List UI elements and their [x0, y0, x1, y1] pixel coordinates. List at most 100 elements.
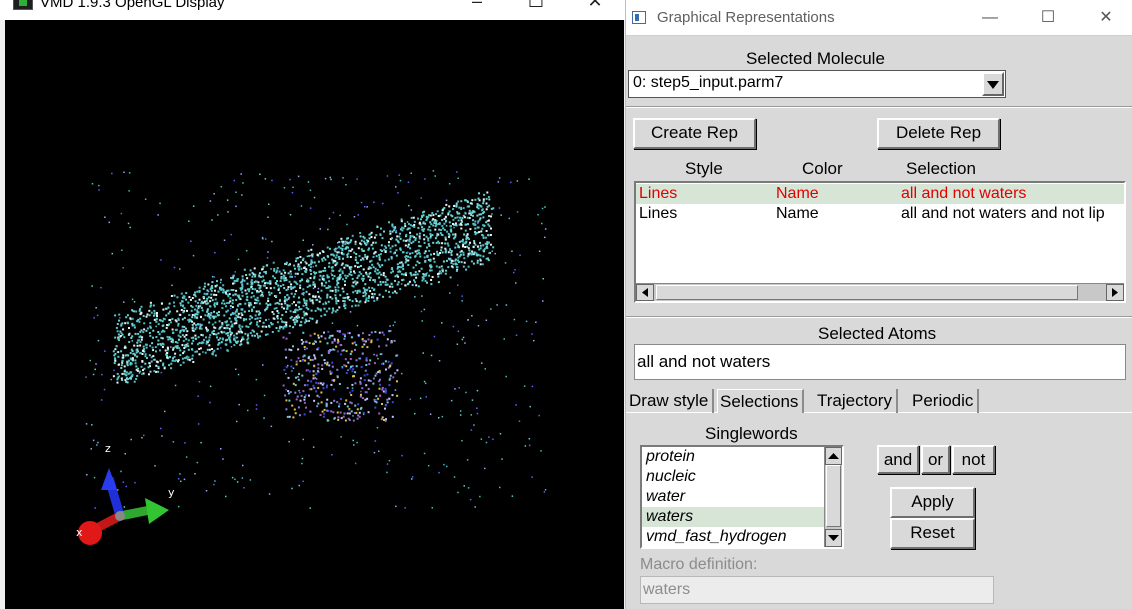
atom-point — [148, 373, 150, 376]
scroll-right-icon[interactable] — [1106, 284, 1124, 301]
atom-point — [308, 355, 311, 358]
atom-point — [407, 259, 410, 262]
minimize-icon[interactable]: — — [970, 6, 1010, 30]
atom-point — [187, 339, 190, 342]
atom-point — [188, 358, 191, 361]
atom-point — [288, 325, 291, 328]
atom-point — [223, 302, 226, 305]
delete-rep-button[interactable]: Delete Rep — [877, 118, 1000, 149]
atom-point — [379, 249, 382, 251]
opengl-canvas[interactable]: z y x — [5, 20, 624, 609]
atom-point — [326, 398, 329, 401]
atom-point — [345, 399, 348, 402]
atom-point — [354, 259, 357, 261]
atom-point — [103, 388, 106, 391]
atom-point — [205, 336, 207, 339]
singlewords-vertical-scrollbar[interactable] — [824, 447, 842, 547]
atom-point — [363, 237, 366, 240]
atom-point — [456, 253, 459, 256]
atom-point — [298, 372, 301, 375]
minimize-icon[interactable]: – — [454, 0, 500, 16]
atom-point — [487, 223, 490, 226]
selected-atoms-input[interactable]: all and not waters — [634, 344, 1126, 380]
close-icon[interactable]: ✕ — [1086, 6, 1126, 30]
list-item-selected[interactable]: waters — [642, 507, 842, 527]
atom-point — [166, 356, 169, 359]
atom-point — [120, 350, 123, 353]
atom-point — [345, 184, 347, 186]
list-item[interactable]: vmd_fast_hydrogen — [642, 527, 842, 547]
tab-selections[interactable]: Selections — [717, 389, 805, 413]
atom-point — [137, 367, 139, 370]
list-item[interactable]: nucleic — [642, 467, 842, 487]
not-button[interactable]: not — [952, 445, 995, 474]
list-item[interactable]: water — [642, 487, 842, 507]
atom-point — [194, 473, 196, 475]
atom-point — [378, 264, 381, 267]
chevron-down-icon[interactable] — [982, 72, 1004, 96]
apply-button[interactable]: Apply — [890, 487, 975, 518]
atom-point — [364, 294, 367, 297]
atom-point — [241, 278, 244, 281]
scroll-down-icon[interactable] — [825, 529, 842, 547]
atom-point — [143, 328, 146, 331]
scroll-up-icon[interactable] — [825, 447, 842, 465]
atom-point — [351, 342, 354, 345]
atom-point — [287, 272, 290, 275]
atom-point — [410, 242, 413, 245]
atom-point — [306, 255, 309, 258]
macro-definition-input[interactable]: waters — [640, 576, 994, 604]
and-button[interactable]: and — [877, 445, 919, 474]
reps-title-bar[interactable]: Graphical Representations — ☐ ✕ — [626, 0, 1132, 36]
atom-point — [372, 377, 375, 380]
scrollbar-thumb[interactable] — [826, 465, 841, 527]
atom-point — [405, 255, 408, 257]
rep-horizontal-scrollbar[interactable] — [636, 283, 1124, 301]
atom-point — [271, 179, 273, 182]
atom-point — [428, 245, 431, 247]
atom-point — [211, 281, 214, 284]
or-button[interactable]: or — [921, 445, 950, 474]
atom-point — [259, 173, 261, 175]
atom-point — [299, 280, 302, 283]
maximize-icon[interactable]: ☐ — [1028, 6, 1068, 30]
atom-point — [317, 287, 320, 290]
atom-point — [199, 323, 202, 325]
representation-list[interactable]: Lines Name all and not waters Lines Name… — [634, 181, 1126, 303]
atom-point — [169, 321, 172, 324]
scrollbar-thumb[interactable] — [656, 285, 1078, 300]
atom-point — [280, 303, 283, 306]
atom-point — [342, 278, 344, 281]
atom-point — [404, 261, 407, 264]
atom-point — [472, 210, 475, 213]
molecule-selector[interactable]: 0: step5_input.parm7 — [628, 70, 1006, 98]
close-icon[interactable]: ✕ — [572, 0, 618, 16]
singlewords-list[interactable]: protein nucleic water waters vmd_fast_hy… — [640, 445, 844, 549]
atom-point — [275, 327, 278, 329]
create-rep-button[interactable]: Create Rep — [633, 118, 756, 149]
rep-row[interactable]: Lines Name all and not waters and not li… — [636, 204, 1124, 224]
reset-button[interactable]: Reset — [890, 518, 975, 549]
atom-point — [126, 314, 129, 317]
macro-definition-label: Macro definition: — [640, 556, 758, 573]
atom-point — [338, 258, 341, 260]
atom-point — [297, 406, 300, 409]
atom-point — [370, 339, 373, 342]
atom-point — [94, 368, 96, 371]
atom-point — [301, 259, 304, 262]
maximize-icon[interactable]: ☐ — [513, 0, 559, 16]
scroll-left-icon[interactable] — [636, 284, 654, 301]
tab-trajectory[interactable]: Trajectory — [815, 389, 898, 413]
rep-row[interactable]: Lines Name all and not waters — [636, 184, 1124, 204]
tab-draw-style[interactable]: Draw style — [627, 389, 715, 413]
atom-point — [460, 261, 463, 264]
atom-point — [285, 366, 288, 369]
atom-point — [378, 387, 381, 390]
tab-periodic[interactable]: Periodic — [910, 389, 980, 413]
atom-point — [354, 371, 357, 374]
atom-point — [347, 361, 350, 364]
list-item[interactable]: protein — [642, 447, 842, 467]
atom-point — [295, 398, 298, 401]
opengl-title-bar[interactable]: VMD 1.9.3 OpenGL Display – ☐ ✕ — [0, 0, 625, 20]
atom-point — [225, 495, 227, 498]
